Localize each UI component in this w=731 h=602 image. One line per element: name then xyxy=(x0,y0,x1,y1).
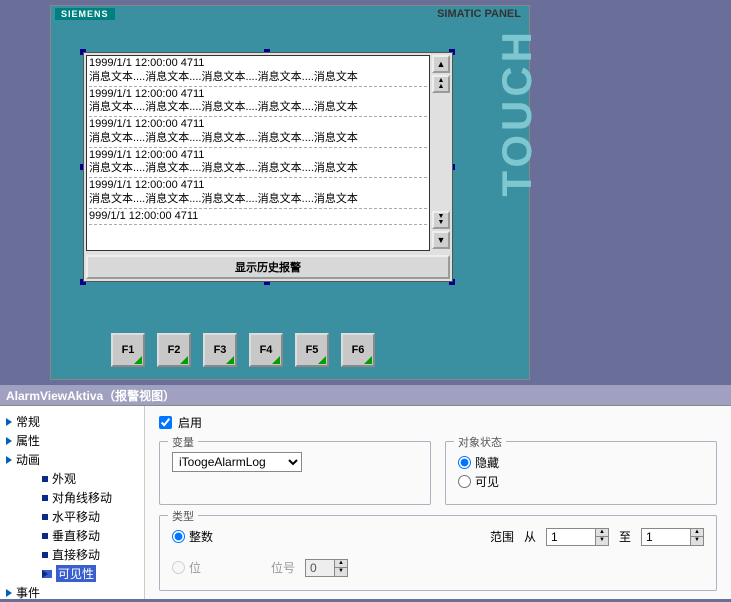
hidden-radio[interactable] xyxy=(458,456,471,469)
variable-select[interactable]: iToogeAlarmLog xyxy=(172,452,302,472)
alarm-entry[interactable]: 999/1/1 12:00:00 4711 xyxy=(89,210,427,226)
type-group-title: 类型 xyxy=(168,508,198,524)
hmi-panel: SIEMENS SIMATIC PANEL TOUCH 1999/1/1 12:… xyxy=(50,5,530,380)
bit-radio xyxy=(172,561,185,574)
alarm-view[interactable]: 1999/1/1 12:00:00 4711消息文本....消息文本....消息… xyxy=(83,52,453,282)
range-from-input[interactable] xyxy=(546,528,596,546)
tree-diagonal[interactable]: 对角线移动 xyxy=(4,488,140,507)
integer-label: 整数 xyxy=(189,528,213,545)
range-from-spinner[interactable]: ▲▼ xyxy=(546,528,609,546)
bitno-input xyxy=(305,559,335,577)
enable-checkbox[interactable] xyxy=(159,416,172,429)
spin-up-icon: ▲ xyxy=(335,560,347,568)
fkey-f4[interactable]: F4 xyxy=(249,333,283,367)
fkey-f6[interactable]: F6 xyxy=(341,333,375,367)
alarm-entry[interactable]: 1999/1/1 12:00:00 4711消息文本....消息文本....消息… xyxy=(89,179,427,209)
type-group: 类型 整数 范围 从 ▲▼ 至 ▲▼ 位 位号 ▲▼ xyxy=(159,515,717,591)
from-label: 从 xyxy=(524,528,536,545)
property-panel-body: 常规 属性 动画 外观 对角线移动 水平移动 垂直移动 直接移动 可见性 事件 … xyxy=(0,405,731,599)
tree-appearance[interactable]: 外观 xyxy=(4,469,140,488)
fkey-f5[interactable]: F5 xyxy=(295,333,329,367)
scroll-top-button[interactable]: ▲ xyxy=(432,55,450,73)
to-label: 至 xyxy=(619,528,631,545)
tree-animation[interactable]: 动画 xyxy=(4,450,140,469)
hidden-label: 隐藏 xyxy=(475,454,499,471)
alarm-list: 1999/1/1 12:00:00 4711消息文本....消息文本....消息… xyxy=(86,55,430,251)
spin-down-icon[interactable]: ▼ xyxy=(691,537,703,545)
tree-horizontal[interactable]: 水平移动 xyxy=(4,507,140,526)
visible-label: 可见 xyxy=(475,473,499,490)
fkey-f1[interactable]: F1 xyxy=(111,333,145,367)
fkey-f2[interactable]: F2 xyxy=(157,333,191,367)
property-tree: 常规 属性 动画 外观 对角线移动 水平移动 垂直移动 直接移动 可见性 事件 xyxy=(0,406,145,599)
panel-title: SIMATIC PANEL xyxy=(437,8,521,20)
bit-label: 位 xyxy=(189,559,201,576)
bitno-spinner: ▲▼ xyxy=(305,559,348,577)
object-state-group: 对象状态 隐藏 可见 xyxy=(445,441,717,505)
fkey-f3[interactable]: F3 xyxy=(203,333,237,367)
show-history-button[interactable]: 显示历史报警 xyxy=(86,255,450,279)
object-state-title: 对象状态 xyxy=(454,434,506,450)
visible-radio[interactable] xyxy=(458,475,471,488)
alarm-entry[interactable]: 1999/1/1 12:00:00 4711消息文本....消息文本....消息… xyxy=(89,57,427,87)
variable-group: 变量 iToogeAlarmLog xyxy=(159,441,431,505)
touch-decoration: TOUCH xyxy=(493,28,541,197)
alarm-entry[interactable]: 1999/1/1 12:00:00 4711消息文本....消息文本....消息… xyxy=(89,118,427,148)
tree-events[interactable]: 事件 xyxy=(4,583,140,602)
property-form: 启用 变量 iToogeAlarmLog 对象状态 隐藏 可见 类型 整数 范围 xyxy=(145,406,731,599)
tree-attributes[interactable]: 属性 xyxy=(4,431,140,450)
alarm-entry[interactable]: 1999/1/1 12:00:00 4711消息文本....消息文本....消息… xyxy=(89,149,427,179)
tree-direct[interactable]: 直接移动 xyxy=(4,545,140,564)
spin-up-icon[interactable]: ▲ xyxy=(691,529,703,537)
property-panel-header: AlarmViewAktiva（报警视图） xyxy=(0,385,731,405)
variable-group-title: 变量 xyxy=(168,434,198,450)
spin-down-icon[interactable]: ▼ xyxy=(596,537,608,545)
tree-visibility[interactable]: 可见性 xyxy=(4,564,140,583)
range-label: 范围 xyxy=(490,528,514,545)
scroll-up-button[interactable]: ▲▲ xyxy=(432,75,450,93)
tree-vertical[interactable]: 垂直移动 xyxy=(4,526,140,545)
bitno-label: 位号 xyxy=(271,559,295,576)
range-to-input[interactable] xyxy=(641,528,691,546)
spin-up-icon[interactable]: ▲ xyxy=(596,529,608,537)
alarm-entry[interactable]: 1999/1/1 12:00:00 4711消息文本....消息文本....消息… xyxy=(89,88,427,118)
scroll-bottom-button[interactable]: ▼ xyxy=(432,231,450,249)
brand-badge: SIEMENS xyxy=(55,8,115,20)
range-to-spinner[interactable]: ▲▼ xyxy=(641,528,704,546)
spin-down-icon: ▼ xyxy=(335,568,347,576)
function-key-row: F1 F2 F3 F4 F5 F6 xyxy=(111,333,375,367)
enable-label: 启用 xyxy=(178,414,202,431)
scroll-down-button[interactable]: ▼▼ xyxy=(432,211,450,229)
integer-radio[interactable] xyxy=(172,530,185,543)
tree-general[interactable]: 常规 xyxy=(4,412,140,431)
